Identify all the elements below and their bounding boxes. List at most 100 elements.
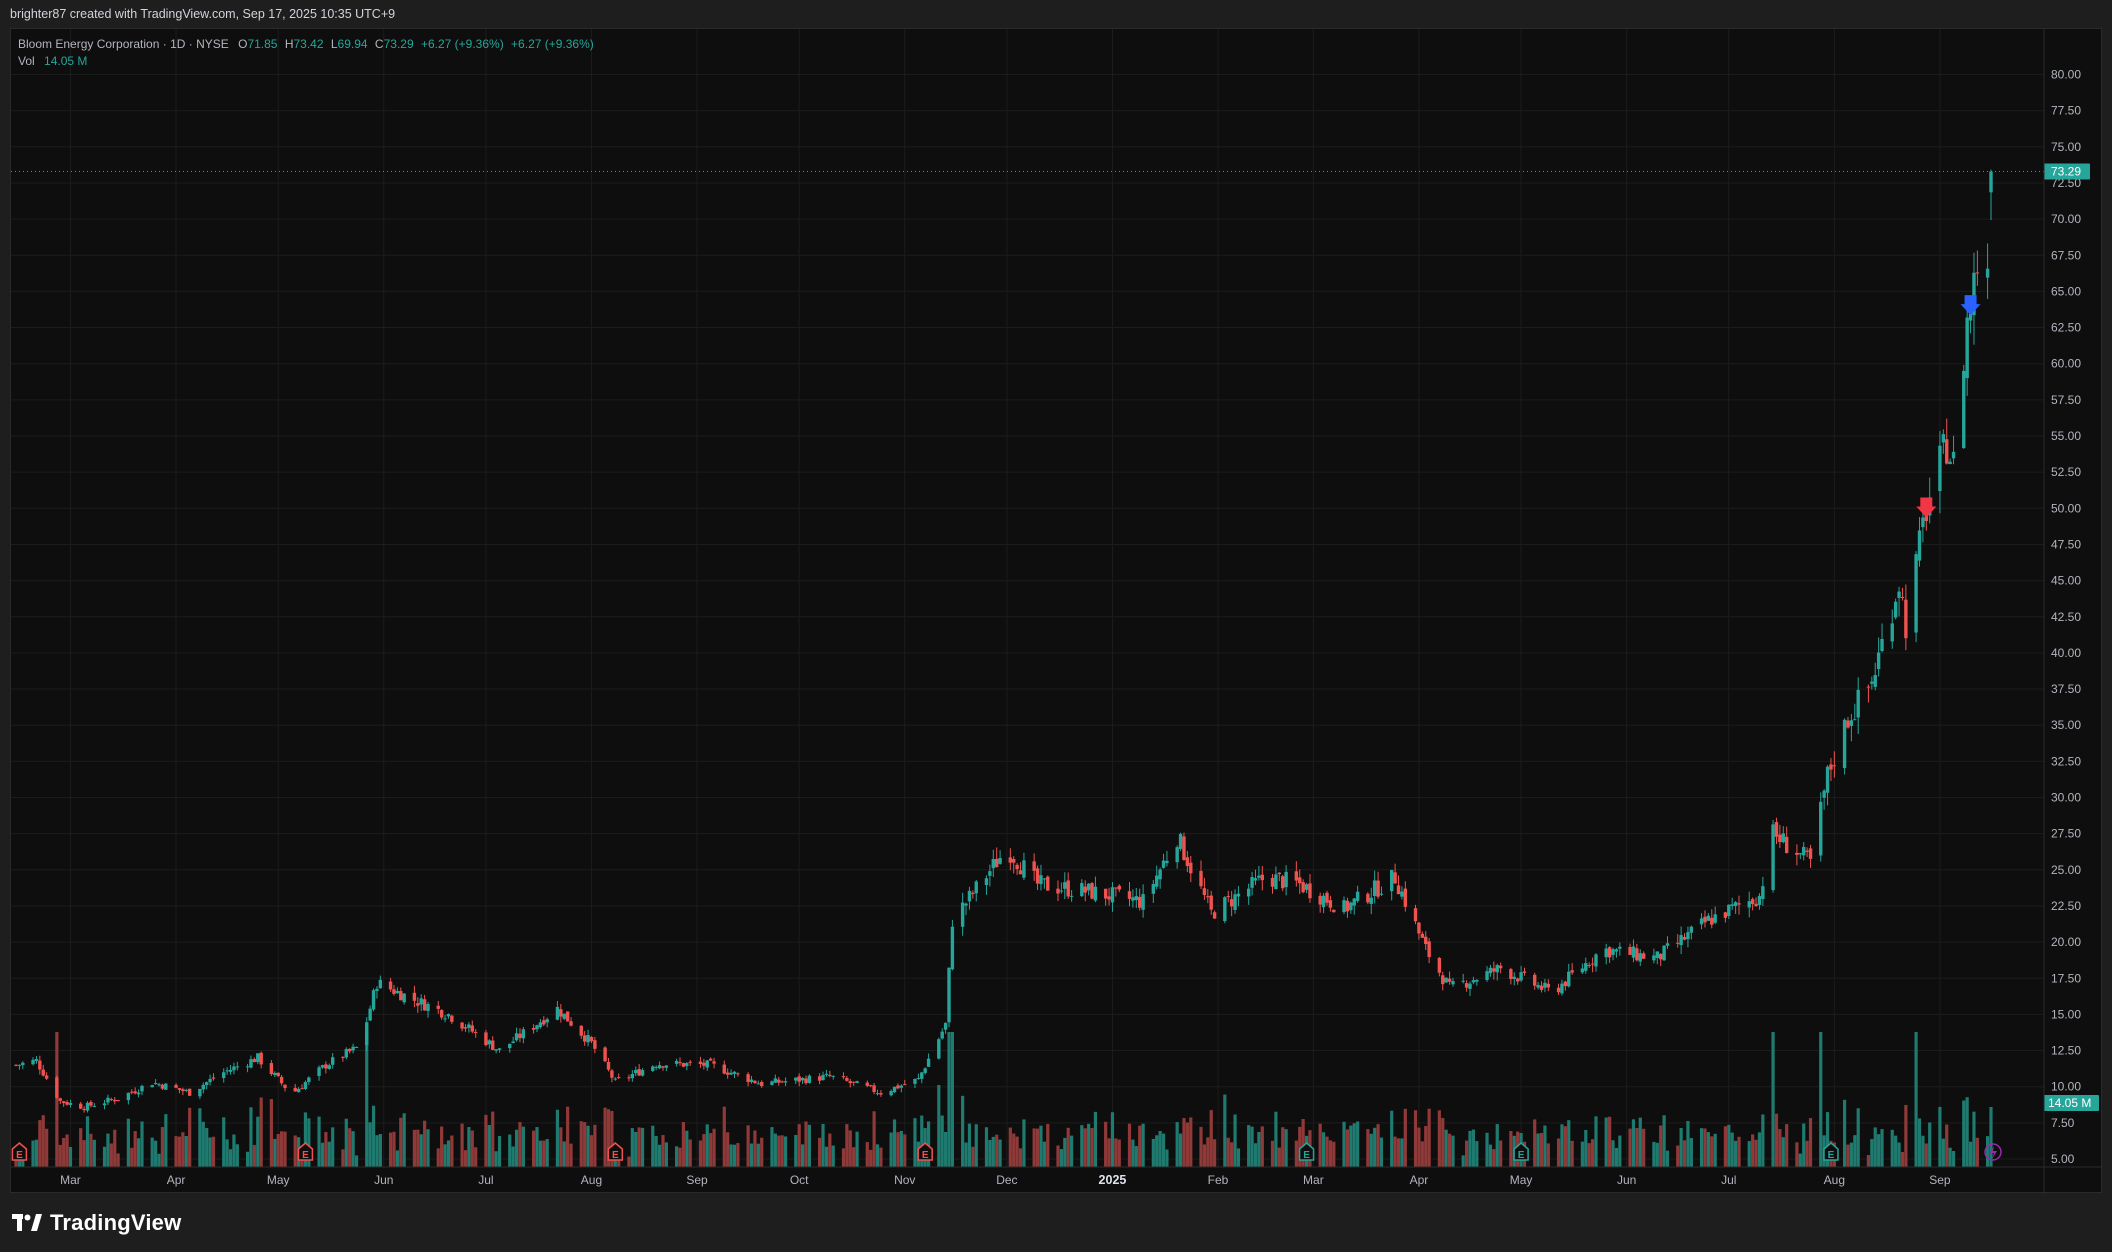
volume-bar	[1437, 1110, 1441, 1167]
candle-body	[157, 1084, 161, 1086]
candle-body	[1921, 517, 1925, 528]
candle-body	[1757, 895, 1762, 905]
candle-body	[1737, 903, 1741, 905]
volume-bar	[804, 1121, 808, 1167]
volume-label[interactable]: Vol	[18, 54, 35, 68]
candle-body	[1563, 981, 1568, 987]
volume-bar	[1318, 1123, 1322, 1167]
volume-bar	[85, 1116, 90, 1167]
candle-body	[303, 1082, 308, 1089]
volume-bar	[1948, 1147, 1952, 1167]
volume-bar	[589, 1135, 594, 1167]
chart-pane[interactable]: E E E E E E E 80.00 77.50 75.00 72.50 70.00 67.50 65.…	[10, 28, 2103, 1194]
time-axis-label: Aug	[1824, 1173, 1845, 1187]
candle-body	[1389, 869, 1394, 892]
volume-bar	[899, 1130, 903, 1167]
volume-bar	[1985, 1136, 1990, 1167]
candle-body	[1962, 370, 1966, 449]
volume-bar	[1734, 1140, 1738, 1167]
price-axis-label: 77.50	[2051, 104, 2081, 118]
candle-body	[1805, 850, 1809, 852]
candle-body	[252, 1059, 257, 1063]
volume-bar	[807, 1124, 812, 1167]
volume-bar	[402, 1113, 406, 1167]
candle-body	[1202, 888, 1207, 896]
candle-body	[1063, 882, 1067, 889]
candle-body	[330, 1057, 335, 1065]
candle-body	[1638, 953, 1642, 962]
candle-body	[1321, 895, 1326, 908]
volume-bar	[116, 1153, 120, 1167]
time-axis-label: May	[1510, 1173, 1533, 1187]
candle-body	[140, 1085, 144, 1092]
volume-bar	[348, 1128, 352, 1167]
earnings-label: E	[1518, 1150, 1525, 1161]
candle-body	[31, 1059, 35, 1065]
volume-bar	[55, 1032, 59, 1167]
volume-bar	[419, 1134, 423, 1167]
volume-bar	[1202, 1144, 1207, 1167]
candle-body	[1298, 877, 1302, 884]
candle-body	[511, 1041, 515, 1043]
tradingview-logo[interactable]: TradingView	[12, 1210, 181, 1236]
candle-body	[68, 1102, 73, 1105]
volume-bar	[1761, 1114, 1765, 1167]
candle-body	[1226, 896, 1230, 898]
candle-body	[1761, 886, 1765, 900]
volume-bar	[1488, 1144, 1493, 1167]
candle-body	[1301, 882, 1305, 893]
symbol-title[interactable]: Bloom Energy Corporation · 1D · NYSE	[18, 37, 229, 51]
footer-bar	[0, 1194, 2112, 1252]
volume-bar	[1618, 1135, 1622, 1167]
candle-body	[1870, 681, 1874, 684]
volume-bar	[797, 1124, 801, 1167]
volume-bar	[1468, 1130, 1472, 1167]
volume-bar	[1138, 1125, 1142, 1167]
signal-arrow-icon	[1916, 497, 1937, 518]
candle-body	[65, 1102, 69, 1105]
volume-bar	[1134, 1146, 1138, 1167]
candle-body	[1250, 877, 1254, 888]
volume-bar	[1914, 1032, 1918, 1167]
volume-bar	[177, 1136, 182, 1167]
candle-body	[1444, 977, 1448, 983]
volume-bar	[1253, 1143, 1258, 1167]
candle-body	[371, 990, 376, 1010]
candle-body	[800, 1077, 805, 1081]
earnings-label: E	[1303, 1150, 1310, 1161]
candle-body	[494, 1049, 498, 1051]
time-axis-label: Apr	[167, 1173, 186, 1187]
price-axis-label: 40.00	[2051, 646, 2081, 660]
volume-bar	[58, 1144, 62, 1167]
candle-body	[821, 1074, 825, 1080]
volume-bar	[320, 1142, 325, 1167]
candle-body	[634, 1069, 638, 1074]
symbol-legend[interactable]: Bloom Energy Corporation · 1D · NYSE O71…	[18, 36, 594, 70]
candle-body	[1107, 896, 1111, 900]
candle-body	[1802, 846, 1806, 856]
candle-body	[688, 1061, 692, 1063]
volume-bar	[68, 1147, 73, 1167]
volume-bar	[1877, 1134, 1881, 1167]
volume-bar	[109, 1143, 113, 1167]
volume-bar	[657, 1144, 662, 1167]
volume-bar	[1447, 1133, 1452, 1167]
price-axis-label: 25.00	[2051, 863, 2081, 877]
candle-body	[1819, 801, 1823, 856]
candle-body	[1379, 893, 1384, 895]
earnings-label: E	[1828, 1150, 1835, 1161]
price-chart[interactable]: E E E E E E E80.0077.5075.0072.5070.0067.5065.…	[11, 29, 2103, 1194]
candle-body	[1178, 833, 1183, 849]
candle-body	[82, 1108, 86, 1111]
candle-body	[273, 1072, 277, 1076]
volume-bar	[283, 1131, 287, 1167]
volume-bar	[828, 1133, 832, 1167]
volume-bar	[34, 1139, 39, 1167]
volume-bar	[950, 1032, 955, 1167]
candle-body	[555, 1006, 560, 1020]
time-axis-label: Jun	[374, 1173, 393, 1187]
candle-body	[729, 1072, 733, 1075]
volume-bar	[245, 1151, 250, 1167]
candle-body	[1948, 461, 1952, 465]
volume-bar	[777, 1135, 781, 1167]
